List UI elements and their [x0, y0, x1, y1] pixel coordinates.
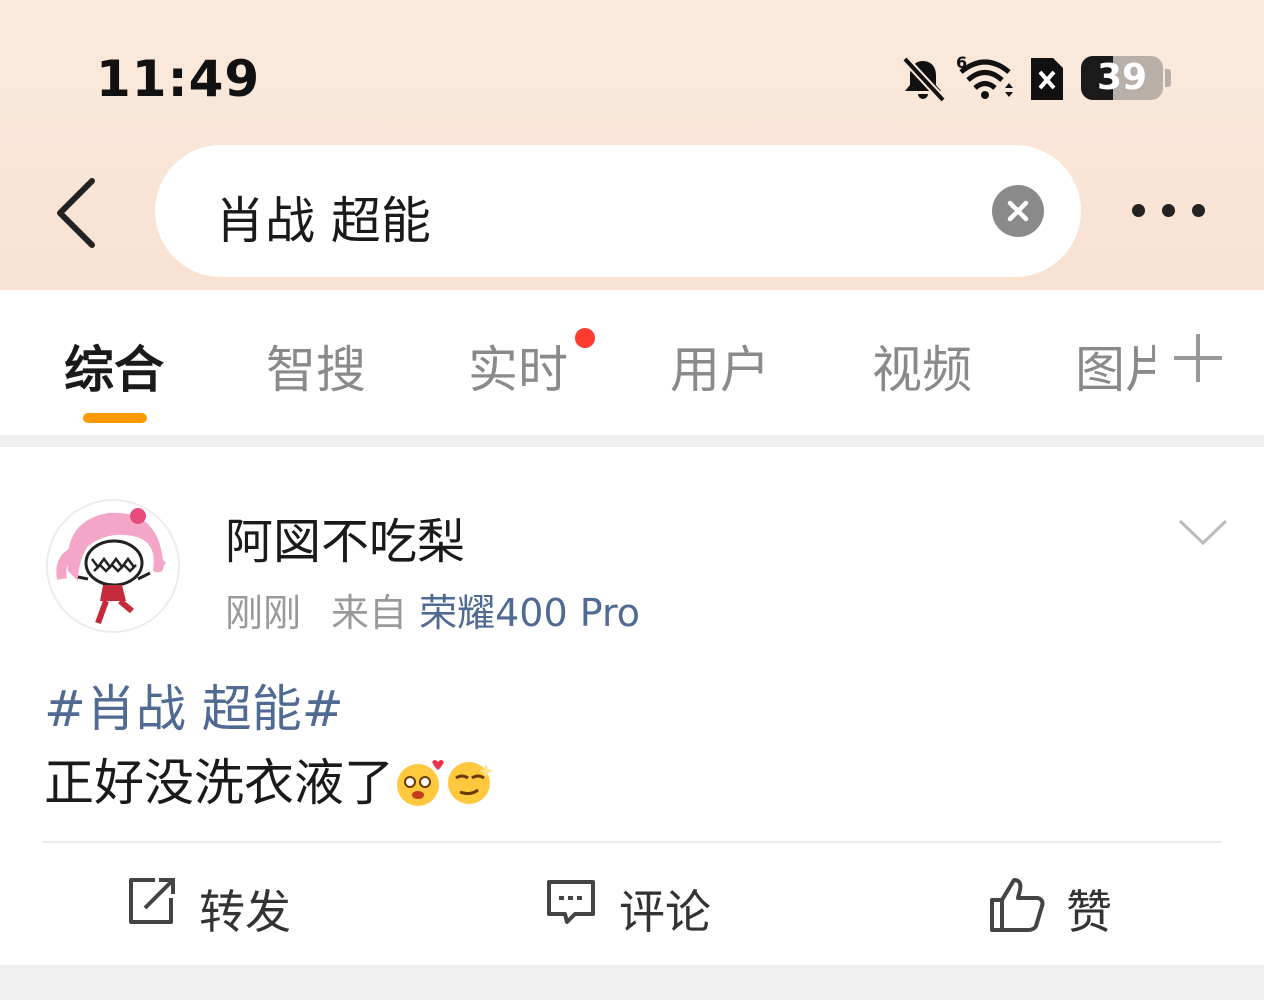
avatar[interactable] — [46, 499, 180, 633]
tab-users[interactable]: 用户 — [670, 330, 770, 402]
repost-button[interactable]: 转发 — [125, 872, 305, 939]
thumbs-up-icon — [990, 878, 1045, 932]
tab-comprehensive[interactable]: 综合 — [64, 330, 164, 402]
love-face-emoji — [397, 760, 444, 806]
battery-tip — [1165, 69, 1171, 87]
clear-search-button[interactable] — [992, 185, 1044, 237]
action-divider — [42, 841, 1222, 843]
post-source-prefix: 来自 — [331, 591, 408, 635]
sim-icon — [1031, 58, 1063, 100]
repost-label: 转发 — [199, 885, 291, 939]
top-header: 11:49 6 39 肖战 超能 — [0, 0, 1264, 290]
chevron-down-icon[interactable] — [1178, 517, 1228, 547]
post-source: 荣耀400 Pro — [419, 591, 641, 635]
realtime-notification-dot — [575, 328, 595, 348]
comment-label: 评论 — [619, 885, 711, 939]
post-text-content: 正好没洗衣液了 — [44, 754, 394, 812]
more-dot-icon — [1162, 204, 1175, 217]
tab-images[interactable]: 图片 — [1075, 330, 1155, 400]
like-button[interactable]: 赞 — [988, 872, 1128, 939]
tab-realtime[interactable]: 实时 — [468, 330, 568, 402]
comment-icon — [547, 880, 595, 924]
close-icon — [1007, 200, 1029, 222]
more-dot-icon — [1132, 204, 1145, 217]
tab-smart-search[interactable]: 智搜 — [266, 330, 366, 402]
anime-girl-avatar-icon — [56, 508, 166, 625]
search-tabs: 综合 智搜 实时 用户 视频 图片 — [0, 290, 1264, 435]
smirk-face-emoji — [448, 762, 493, 804]
battery-icon: 39 — [1081, 56, 1163, 100]
repost-icon — [129, 878, 175, 924]
active-tab-indicator — [83, 413, 147, 423]
tab-images-clip: 图片 — [1075, 330, 1155, 400]
add-tab-button[interactable] — [1170, 330, 1226, 386]
post-topic-hashtag[interactable]: #肖战 超能# — [44, 669, 344, 741]
search-input[interactable]: 肖战 超能 — [215, 181, 431, 253]
back-button[interactable] — [52, 175, 102, 251]
bell-muted-icon — [902, 56, 946, 102]
wifi-icon: 6 — [956, 53, 1013, 99]
search-bar[interactable]: 肖战 超能 — [155, 145, 1081, 277]
more-options-button[interactable] — [1126, 196, 1210, 226]
post-meta: 刚刚 来自 荣耀400 Pro — [225, 582, 640, 637]
more-dot-icon — [1192, 204, 1205, 217]
post-username[interactable]: 阿図不吃梨 — [225, 502, 465, 572]
tab-videos[interactable]: 视频 — [872, 330, 972, 402]
post-time: 刚刚 — [225, 591, 302, 635]
like-label: 赞 — [1066, 885, 1112, 939]
battery-percent: 39 — [1096, 57, 1148, 98]
post-text: 正好没洗衣液了 — [44, 743, 494, 815]
status-time: 11:49 — [96, 50, 261, 108]
comment-button[interactable]: 评论 — [545, 872, 725, 939]
post-card[interactable]: 阿図不吃梨 刚刚来自 荣耀400 Pro #肖战 超能# 正好没洗衣液了 转发 — [0, 447, 1264, 965]
